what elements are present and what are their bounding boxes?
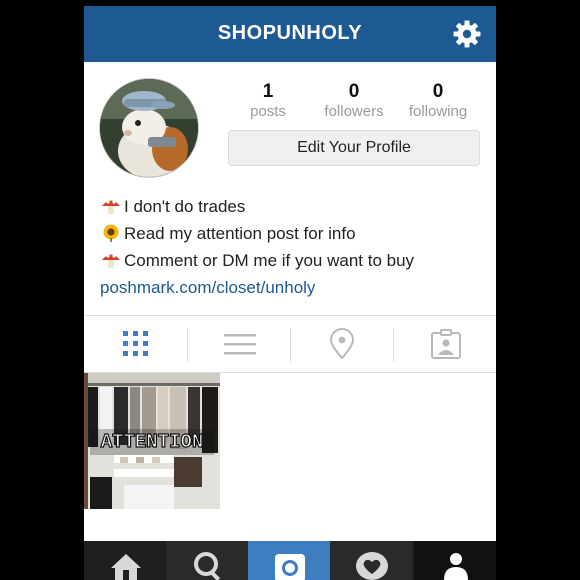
list-icon <box>224 334 256 355</box>
tab-list[interactable] <box>187 316 290 372</box>
bio-line-text: I don't do trades <box>124 197 246 216</box>
top-bar: SHOPUNHOLY <box>84 6 496 62</box>
mushroom-icon <box>102 254 120 268</box>
following-label: following <box>408 103 468 120</box>
gear-icon[interactable] <box>452 19 482 49</box>
avatar-guinea-pig-image <box>100 79 198 177</box>
profile-website-link[interactable]: poshmark.com/closet/unholy <box>100 274 480 301</box>
tab-grid[interactable] <box>84 316 187 372</box>
closet-photo-image: ATTENTION <box>84 373 220 509</box>
location-pin-icon <box>329 328 355 360</box>
edit-profile-button[interactable]: Edit Your Profile <box>228 130 480 166</box>
tab-tagged[interactable] <box>393 316 496 372</box>
following-count: 0 <box>432 81 444 102</box>
bio-line: Read my attention post for info <box>100 220 480 247</box>
home-icon <box>111 554 141 580</box>
following-stat[interactable]: 0 following <box>398 82 478 122</box>
posts-count: 1 <box>262 81 274 102</box>
nav-home[interactable] <box>84 541 166 580</box>
posts-stat[interactable]: 1 posts <box>228 82 308 122</box>
tab-location[interactable] <box>290 316 393 372</box>
avatar[interactable] <box>99 78 199 178</box>
bottom-nav-bar <box>84 541 496 580</box>
mushroom-icon <box>102 200 120 214</box>
nav-profile[interactable] <box>414 541 496 580</box>
followers-label: followers <box>324 103 384 120</box>
sunflower-icon <box>103 224 119 242</box>
profile-view-tabs <box>84 315 496 373</box>
profile-username-title: SHOPUNHOLY <box>217 22 363 44</box>
posts-label: posts <box>250 103 286 120</box>
bio-line: Comment or DM me if you want to buy <box>100 247 480 274</box>
bio-line-text: Comment or DM me if you want to buy <box>124 251 415 270</box>
bio-line: I don't do trades <box>100 193 480 220</box>
tagged-photos-icon <box>431 329 461 359</box>
search-icon <box>194 552 221 580</box>
post-thumbnail[interactable]: ATTENTION <box>84 373 220 509</box>
profile-bio: I don't do trades Read my attention post… <box>100 193 480 301</box>
camera-icon <box>275 554 305 580</box>
nav-search[interactable] <box>166 541 248 580</box>
attention-overlay-text: ATTENTION <box>101 431 204 453</box>
nav-camera[interactable] <box>248 541 330 580</box>
followers-count: 0 <box>348 81 360 102</box>
profile-icon <box>444 553 468 580</box>
activity-heart-icon <box>356 552 388 580</box>
bio-line-text: Read my attention post for info <box>124 224 356 243</box>
phone-screen: SHOPUNHOLY 1 posts 0 followers 0 followi… <box>84 6 496 580</box>
nav-activity[interactable] <box>330 541 412 580</box>
followers-stat[interactable]: 0 followers <box>314 82 394 122</box>
grid-icon <box>123 331 148 356</box>
